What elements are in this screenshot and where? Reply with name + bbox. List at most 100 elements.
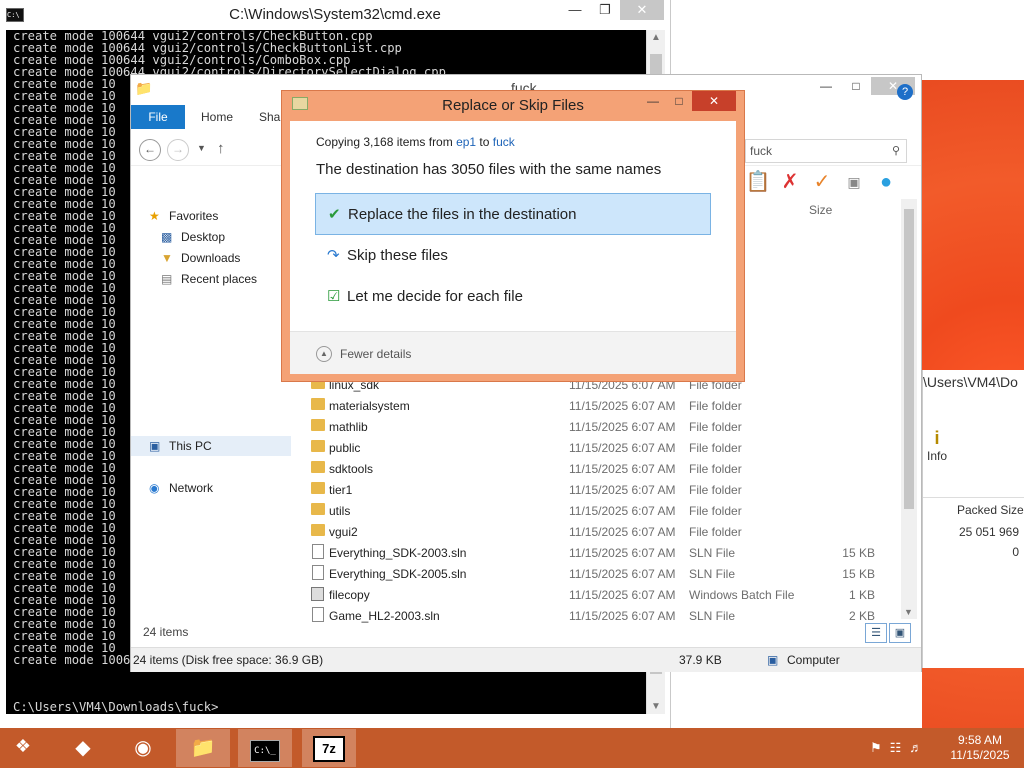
file-row[interactable]: Game_HL2-2003.sln 11/15/2025 6:07 AM SLN F… [307,606,907,627]
flag-icon[interactable]: ⚑ [870,740,882,756]
document-icon [312,544,324,559]
nav-downloads[interactable]: ▼ Downloads [161,251,240,265]
cmd-titlebar[interactable]: C:\ C:\Windows\System32\cmd.exe — ❐ ✕ [0,0,670,30]
file-row[interactable]: materialsystem 11/15/2025 6:07 AM File fol… [307,396,907,417]
file-name: Everything_SDK-2005.sln [329,567,467,581]
file-name: mathlib [329,420,368,434]
file-row[interactable]: public 11/15/2025 6:07 AM File folder [307,438,907,459]
decide-option[interactable]: ☑ Let me decide for each file [315,276,709,316]
file-row[interactable]: utils 11/15/2025 6:07 AM File folder [307,501,907,522]
file-row[interactable]: filecopy 11/15/2025 6:07 AM Windows Batch … [307,585,907,606]
file-row[interactable]: Everything_SDK-2003.sln 11/15/2025 6:07 A… [307,543,907,564]
large-icons-view-icon[interactable]: ▣ [889,623,911,643]
taskbar-explorer[interactable]: 📁 [176,729,230,767]
file-name: utils [329,504,351,518]
toolbar: 📋 ✗ ✓ ▣ ● [745,169,899,195]
search-input[interactable]: fuck ⚲ [745,139,907,163]
taskbar-app-1[interactable]: ◆ [56,729,110,767]
file-row[interactable]: mathlib 11/15/2025 6:07 AM File folder [307,417,907,438]
replace-skip-dialog[interactable]: Replace or Skip Files — □ ✕ Copying 3,16… [281,90,745,382]
delete-icon[interactable]: ✗ [777,169,803,195]
tab-home[interactable]: Home [201,105,233,129]
start-button[interactable]: ❖ [10,736,36,760]
fewer-details-link[interactable]: Fewer details [340,347,411,361]
cmd-icon: C:\_ [250,740,280,762]
scroll-thumb[interactable] [904,209,914,509]
clock-date: 11/15/2025 [950,748,1010,762]
nav-network[interactable]: ◉ Network [149,481,213,495]
dialog-body: Copying 3,168 items from ep1 to fuck The… [290,121,736,374]
document-icon [312,607,324,622]
clock[interactable]: 9:58 AM 11/15/2025 [944,733,1016,763]
check-icon[interactable]: ✓ [809,169,835,195]
close-button[interactable]: ✕ [620,0,664,20]
wallpaper-area [662,668,922,728]
skip-option[interactable]: ↷ Skip these files [315,235,709,275]
info-button[interactable]: i Info [927,428,947,463]
file-name: Game_HL2-2003.sln [329,609,440,623]
forward-button[interactable]: → [167,139,189,161]
folder-icon [311,461,325,473]
nav-recent[interactable]: ▤ Recent places [161,272,257,286]
globe-icon[interactable]: ● [873,169,899,195]
file-name: vgui2 [329,525,358,539]
folder-icon: 📁 [135,80,153,96]
nav-label: Favorites [169,209,219,223]
file-row[interactable]: vgui2 11/15/2025 6:07 AM File folder [307,522,907,543]
search-icon[interactable]: ⚲ [892,140,900,162]
scroll-up-icon[interactable]: ▲ [651,32,661,43]
recent-dropdown-icon[interactable]: ▼ [197,143,206,153]
decide-icon: ☑ [327,288,341,305]
nav-label: Recent places [181,272,258,286]
file-name: materialsystem [329,399,410,413]
back-button[interactable]: ← [139,139,161,161]
scroll-down-icon[interactable]: ▼ [904,607,913,617]
source-link[interactable]: ep1 [456,135,476,149]
nav-favorites[interactable]: ★ Favorites [149,209,218,223]
minimize-button[interactable]: — [811,77,841,95]
destination-link[interactable]: fuck [493,135,515,149]
search-value: fuck [750,144,773,158]
maximize-button[interactable]: ❐ [590,0,620,20]
folder-icon [311,524,325,536]
cmd-prompt[interactable]: C:\Users\VM4\Downloads\fuck> [6,700,653,714]
status-size: 37.9 KB [679,653,722,667]
sevenzip-icon: 7z [313,736,345,762]
file-row[interactable]: Everything_SDK-2005.sln 11/15/2025 6:07 A… [307,564,907,585]
taskbar-cmd[interactable]: C:\_ [238,729,292,767]
sevenzip-window[interactable]: \Users\VM4\Do i Info Packed Size 25 051 … [922,370,1024,668]
tab-file[interactable]: File [131,105,185,129]
app-box-icon: ◆ [75,737,91,759]
details-view-icon[interactable]: ☰ [865,623,887,643]
rename-icon[interactable]: ▣ [841,169,867,195]
help-icon[interactable]: ? [897,84,913,100]
minimize-button[interactable]: — [560,0,590,20]
network-tray-icon[interactable]: ☷ [890,740,902,756]
scroll-down-icon[interactable]: ▼ [651,701,661,712]
file-type: File folder [689,399,742,413]
collapse-chevron-icon[interactable]: ▲ [316,346,332,362]
taskbar-7zip[interactable]: 7z [302,729,356,767]
up-button[interactable]: ↑ [217,140,225,157]
sevenzip-path[interactable]: \Users\VM4\Do [923,374,1018,390]
close-button[interactable]: ✕ [692,91,736,111]
replace-option[interactable]: ✔ Replace the files in the destination [315,193,711,235]
nav-desktop[interactable]: ▩ Desktop [161,230,225,244]
packed-size-value: 25 051 969 [958,525,1019,539]
folder-icon [311,398,325,410]
maximize-button[interactable]: □ [841,77,871,95]
taskbar-ie[interactable]: ◉ [116,729,170,767]
file-row[interactable]: sdktools 11/15/2025 6:07 AM File folder [307,459,907,480]
maximize-button[interactable]: □ [666,91,692,111]
minimize-button[interactable]: — [640,91,666,111]
column-packed-size[interactable]: Packed Size [957,503,1024,517]
volume-icon[interactable]: ♬ [909,740,922,756]
column-size[interactable]: Size [809,203,832,217]
item-count: 24 items [143,625,189,639]
file-date: 11/15/2025 6:07 AM [569,588,676,602]
paste-icon[interactable]: 📋 [745,169,771,195]
file-row[interactable]: tier1 11/15/2025 6:07 AM File folder [307,480,907,501]
dialog-titlebar[interactable]: Replace or Skip Files — □ ✕ [282,91,744,119]
file-list-scrollbar[interactable]: ▼ [901,199,917,619]
nav-thispc[interactable]: ▣ This PC [149,439,212,453]
